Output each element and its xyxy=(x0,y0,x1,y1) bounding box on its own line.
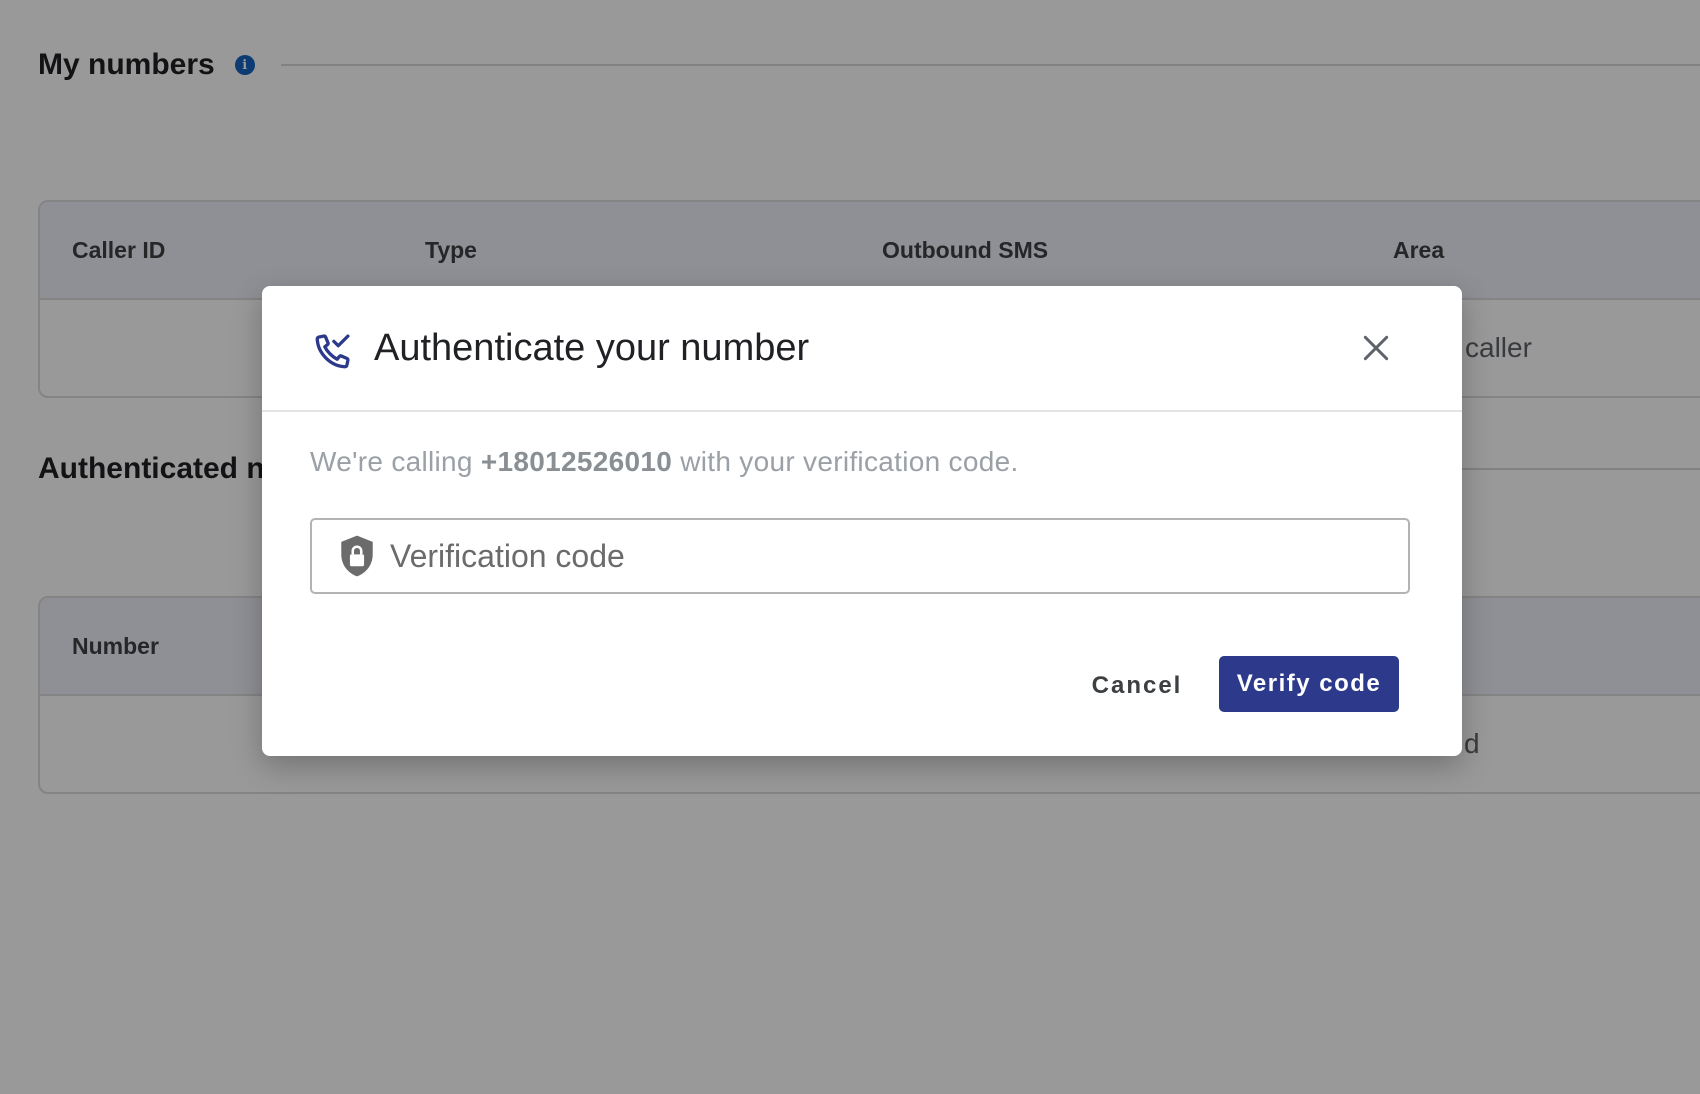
close-button[interactable] xyxy=(1354,326,1398,370)
verify-code-button[interactable]: Verify code xyxy=(1219,656,1399,712)
dialog-header: Authenticate your number xyxy=(262,286,1462,412)
verification-description: We're calling +18012526010 with your ver… xyxy=(310,446,1019,478)
authenticate-number-dialog: Authenticate your number We're calling +… xyxy=(262,286,1462,756)
verification-code-input[interactable] xyxy=(388,525,1408,587)
description-suffix: with your verification code. xyxy=(672,446,1019,477)
shield-lock-icon xyxy=(341,535,373,577)
phone-check-icon xyxy=(315,334,350,369)
description-prefix: We're calling xyxy=(310,446,481,477)
cancel-button[interactable]: Cancel xyxy=(1062,658,1212,714)
verification-code-field[interactable] xyxy=(310,518,1410,594)
dialog-title: Authenticate your number xyxy=(374,326,810,369)
close-icon xyxy=(1363,335,1389,361)
phone-number: +18012526010 xyxy=(480,446,673,477)
page: My numbers i Caller ID Type Outbound SMS… xyxy=(0,0,1700,1094)
